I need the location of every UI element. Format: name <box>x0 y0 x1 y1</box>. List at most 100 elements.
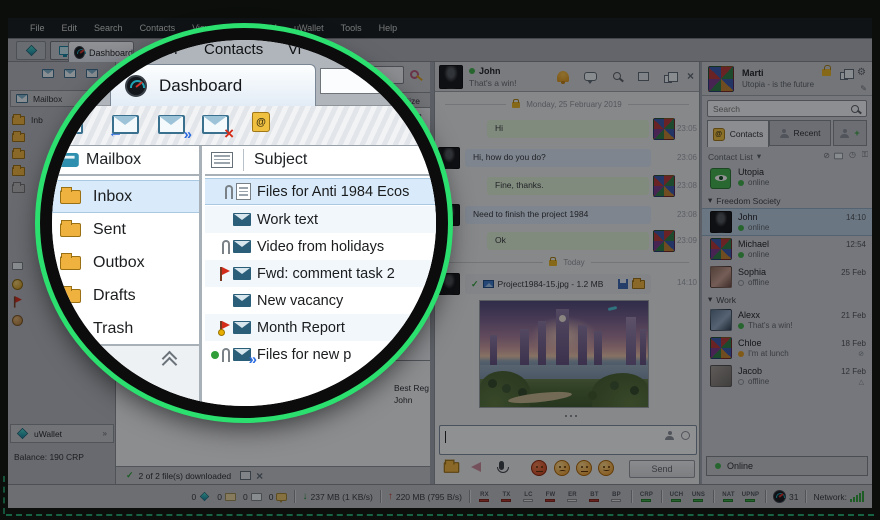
card-view-icon[interactable] <box>834 152 843 160</box>
lock-icon[interactable] <box>822 65 831 76</box>
folder-sent[interactable]: Sent <box>52 213 199 246</box>
signal-bars-icon <box>850 491 864 502</box>
address-book-icon[interactable]: @ <box>248 111 282 139</box>
collapse-chevron-icon[interactable]: » <box>103 429 107 438</box>
message-input[interactable] <box>439 425 697 455</box>
group-freedom-society[interactable]: ▾ Freedom Society <box>708 195 781 206</box>
magnified-menu-view-partial[interactable]: Vi <box>288 41 301 58</box>
contact-row-alexx[interactable]: Alexx That's a win! 21 Feb <box>702 307 872 335</box>
open-folder-icon[interactable] <box>632 277 645 289</box>
popout-window-icon[interactable] <box>638 72 649 81</box>
magnified-folders-footer[interactable]: rs <box>52 344 199 406</box>
hide-offline-icon[interactable]: ⊘ <box>823 151 830 160</box>
chat-contact-avatar[interactable] <box>439 65 463 89</box>
magnified-menu-contacts[interactable]: Contacts <box>204 41 263 58</box>
envelope-icon <box>233 213 251 226</box>
tools-icon[interactable]: ⚙ <box>857 67 866 78</box>
mail-row-4[interactable]: Fwd: comment task 2 <box>205 260 436 287</box>
uwallet-panel-header[interactable]: uWallet » <box>10 424 114 443</box>
conversation-icon[interactable] <box>584 72 597 84</box>
send-button[interactable]: Send <box>629 460 695 478</box>
magnified-subject-header[interactable]: Subject <box>205 146 436 176</box>
mail-row-7[interactable]: » Files for new p <box>205 341 436 368</box>
notifications-icon[interactable] <box>557 71 569 84</box>
contact-row-utopia[interactable]: Utopia online <box>702 166 872 192</box>
contact-row-jacob[interactable]: Jacob offline 12 Feb △ <box>702 363 872 391</box>
contact-row-michael[interactable]: Michael online 12:54 <box>702 236 872 264</box>
clock-icon[interactable]: ◷ <box>849 150 856 159</box>
edit-status-icon[interactable]: ✎ <box>860 84 867 93</box>
contact-avatar <box>710 365 732 387</box>
search-chat-icon[interactable] <box>613 72 621 80</box>
add-contact-button[interactable]: + <box>833 120 867 146</box>
tab-contacts[interactable]: @ Contacts <box>707 120 769 147</box>
menu-contacts[interactable]: Contacts <box>140 23 176 33</box>
contact-list-dropdown[interactable]: Contact List ▾ <box>708 151 761 162</box>
contact-row-john[interactable]: John online 14:10 <box>702 208 872 236</box>
menu-search[interactable]: Search <box>94 23 123 33</box>
magnified-tab-dashboard[interactable]: Dashboard <box>110 64 316 106</box>
attachment-image-preview[interactable] <box>479 300 649 408</box>
menu-uwallet[interactable]: uWallet <box>294 23 324 33</box>
folder-outbox[interactable]: Outbox <box>52 246 199 279</box>
magnified-tab-row: Dashboard <box>52 60 436 106</box>
folder-drafts[interactable]: Drafts <box>52 279 199 312</box>
emoji-picker-icon[interactable] <box>681 431 690 440</box>
input-splitter[interactable] <box>565 414 591 417</box>
folder-inbox[interactable]: Inbox <box>52 180 199 213</box>
collapse-double-chevron-icon[interactable] <box>162 352 176 366</box>
chat-header: John That's a win! × <box>435 62 699 92</box>
save-file-icon[interactable] <box>618 279 628 289</box>
my-status-selector[interactable]: Online <box>706 456 868 476</box>
encrypted-lock-icon <box>512 98 521 108</box>
mention-icon[interactable] <box>665 431 674 440</box>
forward-icon[interactable]: » <box>156 111 192 143</box>
emoji-sad[interactable] <box>554 460 570 476</box>
magnified-search-input[interactable] <box>320 68 384 94</box>
layers-icon[interactable] <box>664 71 678 83</box>
menu-tools[interactable]: Tools <box>341 23 362 33</box>
folder-trash[interactable]: Trash <box>52 312 199 345</box>
menu-edit[interactable]: Edit <box>62 23 78 33</box>
mail-row-3[interactable]: Video from holidays <box>205 233 436 260</box>
uwallet-toolbar-button[interactable] <box>16 41 46 60</box>
user-avatar[interactable] <box>708 66 734 92</box>
mail-row-5[interactable]: New vacancy <box>205 287 436 314</box>
download-details-icon[interactable] <box>240 471 252 480</box>
contact-search[interactable] <box>707 100 867 117</box>
reply-icon[interactable]: ← <box>108 111 144 141</box>
contact-row-sophia[interactable]: Sophia offline 25 Feb <box>702 264 872 292</box>
delete-mail-icon[interactable]: × <box>200 111 234 143</box>
magnified-menu-search[interactable]: Search <box>130 41 178 58</box>
emoji-happy[interactable] <box>598 460 614 476</box>
group-work[interactable]: ▾ Work <box>708 294 736 305</box>
emoji-angry[interactable] <box>531 460 547 476</box>
emoji-neutral[interactable] <box>576 460 592 476</box>
menu-file[interactable]: File <box>30 23 45 33</box>
fetch-mail-icon[interactable]: ◄ <box>52 111 88 139</box>
menu-help[interactable]: Help <box>379 23 398 33</box>
inbox-folder-icon <box>60 186 81 204</box>
folder-label: Trash <box>93 319 134 337</box>
file-message[interactable]: ✓ Project1984-15.jpg - 1.2 MB <box>465 274 651 294</box>
mail-row-2[interactable]: Work text <box>205 206 436 233</box>
search-key-icon[interactable] <box>391 71 406 86</box>
clear-downloads-icon[interactable]: × <box>256 470 263 482</box>
key-icon[interactable]: ⚿ <box>862 150 868 160</box>
attach-file-icon[interactable] <box>443 459 460 473</box>
voice-message-icon[interactable] <box>496 461 509 473</box>
close-chat-icon[interactable]: × <box>687 70 694 82</box>
contact-row-chloe[interactable]: Chloe I'm at lunch 18 Feb ⊘ <box>702 335 872 363</box>
tab-recent[interactable]: Recent <box>769 120 831 146</box>
coin-icon <box>12 278 23 290</box>
mail-subject: Work text <box>257 211 318 228</box>
copy-id-icon[interactable] <box>840 68 854 80</box>
mail-row-6[interactable]: Month Report <box>205 314 436 341</box>
contact-list-label: Contact List <box>708 151 753 162</box>
magnified-tab-label: Dashboard <box>159 75 243 95</box>
broadcast-icon[interactable] <box>471 462 481 472</box>
mail-row-1[interactable]: Files for Anti 1984 Ecos <box>205 178 436 205</box>
attachment-icon <box>222 347 230 362</box>
contact-search-input[interactable] <box>708 103 851 114</box>
indicator-er: ER <box>565 492 580 502</box>
